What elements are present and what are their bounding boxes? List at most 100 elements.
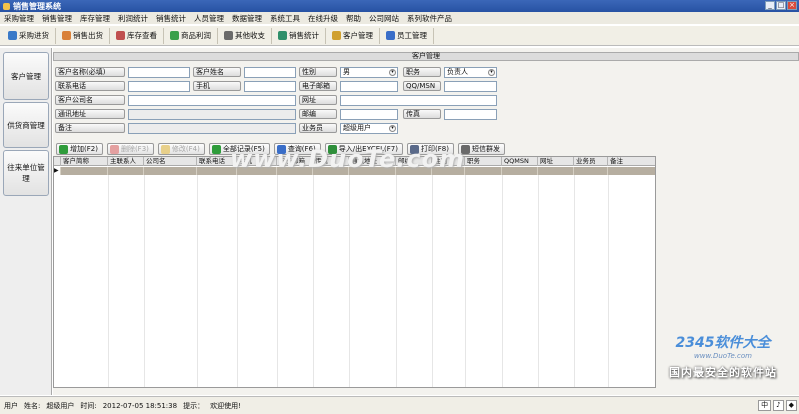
delete-button[interactable]: 删除(F3) (106, 143, 154, 155)
customer-name-input[interactable] (128, 67, 190, 78)
add-icon (59, 144, 68, 154)
toolbar-purchase-button[interactable]: 采购进货 (6, 27, 56, 44)
label-zip: 邮编 (299, 109, 337, 119)
status-tip-value: 欢迎使用! (210, 401, 241, 410)
logo-url: www.DuoTe.com (694, 352, 752, 360)
sidebar-item-partners[interactable]: 往来单位管理 (3, 150, 49, 196)
label-company: 客户公司名 (55, 95, 125, 105)
status-bar: 用户 姓名: 超级用户 时间: 2012-07-05 18:51:38 提示： … (0, 396, 799, 414)
column-header[interactable]: QQMSN (502, 157, 538, 166)
maximize-button[interactable]: □ (776, 1, 786, 10)
column-header[interactable]: 职务 (465, 157, 502, 166)
website-input[interactable] (340, 95, 497, 106)
zip-input[interactable] (340, 109, 398, 120)
gender-select[interactable]: 男 ▾ (340, 67, 398, 78)
row-pointer-icon: ▶ (54, 167, 61, 175)
delete-icon (109, 144, 119, 154)
menu-inventory[interactable]: 库存管理 (80, 13, 110, 24)
toolbar-income-button[interactable]: 其他收支 (222, 27, 272, 44)
menu-profit[interactable]: 利润统计 (118, 13, 148, 24)
menu-sales[interactable]: 销售管理 (42, 13, 72, 24)
status-time-value: 2012-07-05 18:51:38 (102, 401, 178, 410)
menu-help[interactable]: 帮助 (346, 13, 361, 24)
column-header[interactable]: 备注 (608, 157, 655, 166)
qq-input[interactable] (444, 81, 497, 92)
toolbar-sales-button[interactable]: 销售出货 (60, 27, 110, 44)
sms-button[interactable]: 短信群发 (457, 143, 505, 155)
menu-website[interactable]: 公司网站 (369, 13, 399, 24)
label-qq: QQ/MSN (403, 81, 441, 91)
column-header[interactable]: 业务员 (574, 157, 608, 166)
toolbar-profit-button[interactable]: 商品利润 (168, 27, 218, 44)
label-remark: 备注 (55, 123, 125, 133)
phone-input[interactable] (128, 81, 190, 92)
status-time-label: 时间: (80, 401, 97, 410)
toolbar-customer-button[interactable]: 客户管理 (330, 27, 380, 44)
menu-products[interactable]: 系列软件产品 (407, 13, 452, 24)
ime-tray: 中 ♪ ◆ (758, 400, 797, 411)
chevron-down-icon: ▾ (389, 69, 396, 76)
logo-brand: 2345软件大全 (675, 335, 771, 351)
ime-settings-icon[interactable]: ◆ (785, 400, 797, 411)
minimize-button[interactable]: _ (765, 1, 775, 10)
app-icon (3, 2, 10, 10)
menu-bar: 采购管理 销售管理 库存管理 利润统计 销售统计 人员管理 数据管理 系统工具 … (0, 12, 799, 24)
stats-icon (278, 31, 287, 40)
label-gender: 性别 (299, 67, 337, 77)
wallet-icon (224, 31, 233, 40)
position-select[interactable]: 负责人 ▾ (444, 67, 497, 78)
company-input[interactable] (128, 95, 296, 106)
watermark: www.DuoTe.com (230, 145, 465, 173)
email-input[interactable] (340, 81, 398, 92)
label-phone: 联系电话 (55, 81, 125, 91)
contact-name-input[interactable] (244, 67, 296, 78)
fax-input[interactable] (444, 109, 497, 120)
row-indicator-header (54, 157, 61, 166)
employee-icon (386, 31, 395, 40)
column-header[interactable]: 网址 (538, 157, 574, 166)
status-user-value: 超级用户 (46, 401, 75, 410)
label-salesman: 业务员 (299, 123, 337, 133)
column-header[interactable]: 公司名 (144, 157, 197, 166)
sidebar-item-supplier[interactable]: 供货商管理 (3, 102, 49, 148)
remark-input[interactable] (128, 123, 296, 134)
toolbar-employee-button[interactable]: 员工管理 (384, 27, 434, 44)
menu-data[interactable]: 数据管理 (232, 13, 262, 24)
site-logo: 2345软件大全 www.DuoTe.com 国内最安全的软件站 (649, 332, 797, 392)
label-mobile: 手机 (193, 81, 241, 91)
label-position: 职务 (403, 67, 441, 77)
chevron-down-icon: ▾ (488, 69, 495, 76)
edit-icon (160, 144, 170, 154)
toolbar-inventory-button[interactable]: 库存查看 (114, 27, 164, 44)
label-email: 电子邮箱 (299, 81, 337, 91)
menu-sales-stats[interactable]: 销售统计 (156, 13, 186, 24)
edit-button[interactable]: 修改(F4) (157, 143, 205, 155)
title-bar: 销售管理系统 _ □ × (0, 0, 799, 12)
logo-slogan: 国内最安全的软件站 (669, 366, 777, 379)
add-button[interactable]: 增加(F2) (56, 143, 103, 155)
ime-moon-icon[interactable]: ♪ (773, 400, 784, 411)
menu-update[interactable]: 在线升级 (308, 13, 338, 24)
salesman-select[interactable]: 超级用户 ▾ (340, 123, 398, 134)
ime-language-button[interactable]: 中 (758, 400, 772, 411)
label-address: 通讯地址 (55, 109, 125, 119)
menu-purchase[interactable]: 采购管理 (4, 13, 34, 24)
sidebar: 客户管理 供货商管理 往来单位管理 (0, 48, 52, 395)
address-input[interactable] (128, 109, 296, 120)
customer-icon (332, 31, 341, 40)
toolbar-stats-button[interactable]: 销售统计 (276, 27, 326, 44)
status-name-label: 姓名: (24, 401, 41, 410)
column-header[interactable]: 客户简称 (61, 157, 108, 166)
customer-table[interactable]: 客户简称 主联系人 公司名 联系电话 手机 电子邮箱 传真 通讯地址 邮编 性别… (53, 156, 656, 388)
status-user-label: 用户 (4, 401, 18, 410)
menu-personnel[interactable]: 人员管理 (194, 13, 224, 24)
menu-tools[interactable]: 系统工具 (270, 13, 300, 24)
warehouse-icon (116, 31, 125, 40)
label-fax: 传真 (403, 109, 441, 119)
mobile-input[interactable] (244, 81, 296, 92)
window-title: 销售管理系统 (13, 1, 61, 11)
label-website: 网址 (299, 95, 337, 105)
sidebar-item-customer[interactable]: 客户管理 (3, 52, 49, 100)
close-button[interactable]: × (787, 1, 797, 10)
column-header[interactable]: 主联系人 (108, 157, 144, 166)
